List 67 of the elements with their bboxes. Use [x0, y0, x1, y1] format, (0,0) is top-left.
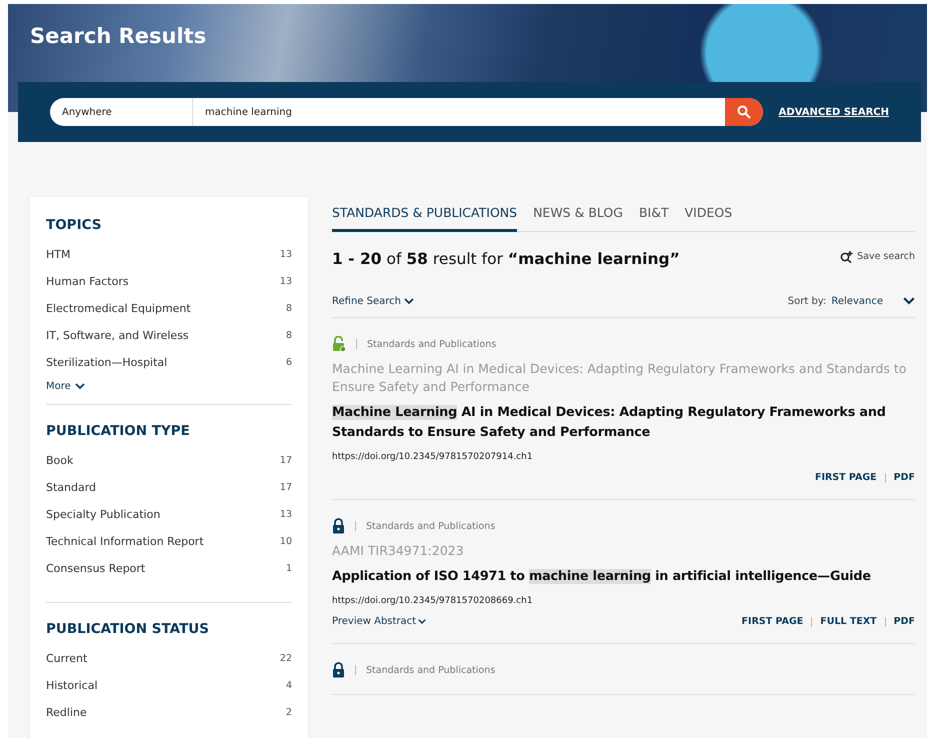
- doi-link[interactable]: https://doi.org/10.2345/9781570207914.ch1: [332, 452, 915, 462]
- save-search-link[interactable]: Save search: [840, 250, 915, 263]
- facet-count: 22: [280, 653, 292, 664]
- more-toggle[interactable]: More: [46, 381, 292, 392]
- facet-option[interactable]: IT, Software, and Wireless: [46, 329, 189, 342]
- result-tab[interactable]: NEWS & BLOG: [533, 197, 623, 232]
- sort-label: Sort by:: [788, 296, 826, 307]
- refine-search-toggle[interactable]: Refine Search: [332, 296, 414, 307]
- lock-icon: [332, 518, 345, 534]
- result-category: Standards and Publications: [366, 520, 496, 532]
- facet-option[interactable]: Specialty Publication: [46, 508, 160, 521]
- facet-heading: TOPICS: [46, 217, 102, 233]
- facet-count: 8: [286, 303, 292, 314]
- facet-option[interactable]: Technical Information Report: [46, 535, 204, 548]
- facet-count: 13: [280, 249, 292, 260]
- sort-select[interactable]: Relevance: [831, 296, 915, 307]
- result-action-link[interactable]: PDF: [894, 616, 915, 627]
- facet-heading: PUBLICATION STATUS: [46, 621, 210, 637]
- result-subtitle: Machine Learning AI in Medical Devices: Adapting Regulatory Frameworks and Standards to Ensure Safety and Performance: [332, 360, 908, 396]
- facet-count: 2: [286, 707, 292, 718]
- facet-option[interactable]: Historical: [46, 679, 98, 692]
- facet-count: 17: [280, 482, 292, 493]
- search-button[interactable]: [724, 98, 763, 126]
- facet-count: 4: [286, 680, 292, 691]
- facet-count: 8: [286, 330, 292, 341]
- results-summary: 1 - 20 of 58 result for “machine learning”: [332, 250, 680, 268]
- facet-option[interactable]: Standard: [46, 481, 96, 494]
- result-category: Standards and Publications: [367, 338, 496, 350]
- facet-option[interactable]: HTM: [46, 248, 70, 261]
- search-field[interactable]: Anywhere machine learning: [50, 98, 763, 126]
- doi-link[interactable]: https://doi.org/10.2345/9781570208669.ch1: [332, 596, 915, 606]
- facet-heading: PUBLICATION TYPE: [46, 423, 191, 439]
- advanced-search-link[interactable]: ADVANCED SEARCH: [778, 106, 889, 118]
- facet-count: 1: [286, 563, 292, 574]
- facet-count: 17: [280, 455, 292, 466]
- facet-option[interactable]: Sterilization—Hospital: [46, 356, 168, 369]
- facet-option[interactable]: Electromedical Equipment: [46, 302, 191, 315]
- facet-option[interactable]: Consensus Report: [46, 562, 146, 575]
- result-title-link[interactable]: Application of ISO 14971 to machine learning in artificial intelligence—Guide: [332, 567, 915, 587]
- result-action-link[interactable]: FIRST PAGE: [814, 472, 877, 483]
- page-title: Search Results: [30, 24, 208, 48]
- preview-abstract-toggle[interactable]: Preview Abstract: [332, 616, 426, 627]
- chevron-down-icon: [903, 297, 915, 306]
- lock-icon: [332, 662, 345, 678]
- search-icon: [736, 105, 751, 119]
- result-tab[interactable]: VIDEOS: [684, 197, 732, 232]
- result-subtitle: AAMI TIR34971:2023: [332, 542, 465, 560]
- facet-count: 13: [280, 509, 292, 520]
- result-tab[interactable]: BI&T: [638, 197, 669, 232]
- result-action-link[interactable]: FIRST PAGE: [742, 616, 804, 627]
- facet-option[interactable]: Human Factors: [46, 275, 129, 288]
- result-title-link[interactable]: Machine Learning AI in Medical Devices: Adapting Regulatory Frameworks and Standards to Ensure Safety and Performance: [332, 403, 915, 443]
- result-category: Standards and Publications: [366, 664, 496, 676]
- facet-option[interactable]: Current: [46, 652, 88, 665]
- result-tab[interactable]: STANDARDS & PUBLICATIONS: [332, 197, 518, 232]
- result-action-link[interactable]: FULL TEXT: [820, 616, 877, 627]
- facet-count: 10: [280, 536, 292, 547]
- facet-count: 13: [280, 276, 292, 287]
- facet-option[interactable]: Book: [46, 454, 74, 467]
- facet-option[interactable]: Redline: [46, 706, 87, 719]
- facet-count: 6: [286, 357, 292, 368]
- chevron-down-icon: [404, 298, 414, 305]
- result-action-link[interactable]: PDF: [894, 472, 915, 483]
- chevron-down-icon: [418, 618, 426, 624]
- search-plus-icon: [840, 250, 854, 263]
- open-lock-icon: [332, 336, 346, 352]
- chevron-down-icon: [74, 383, 85, 390]
